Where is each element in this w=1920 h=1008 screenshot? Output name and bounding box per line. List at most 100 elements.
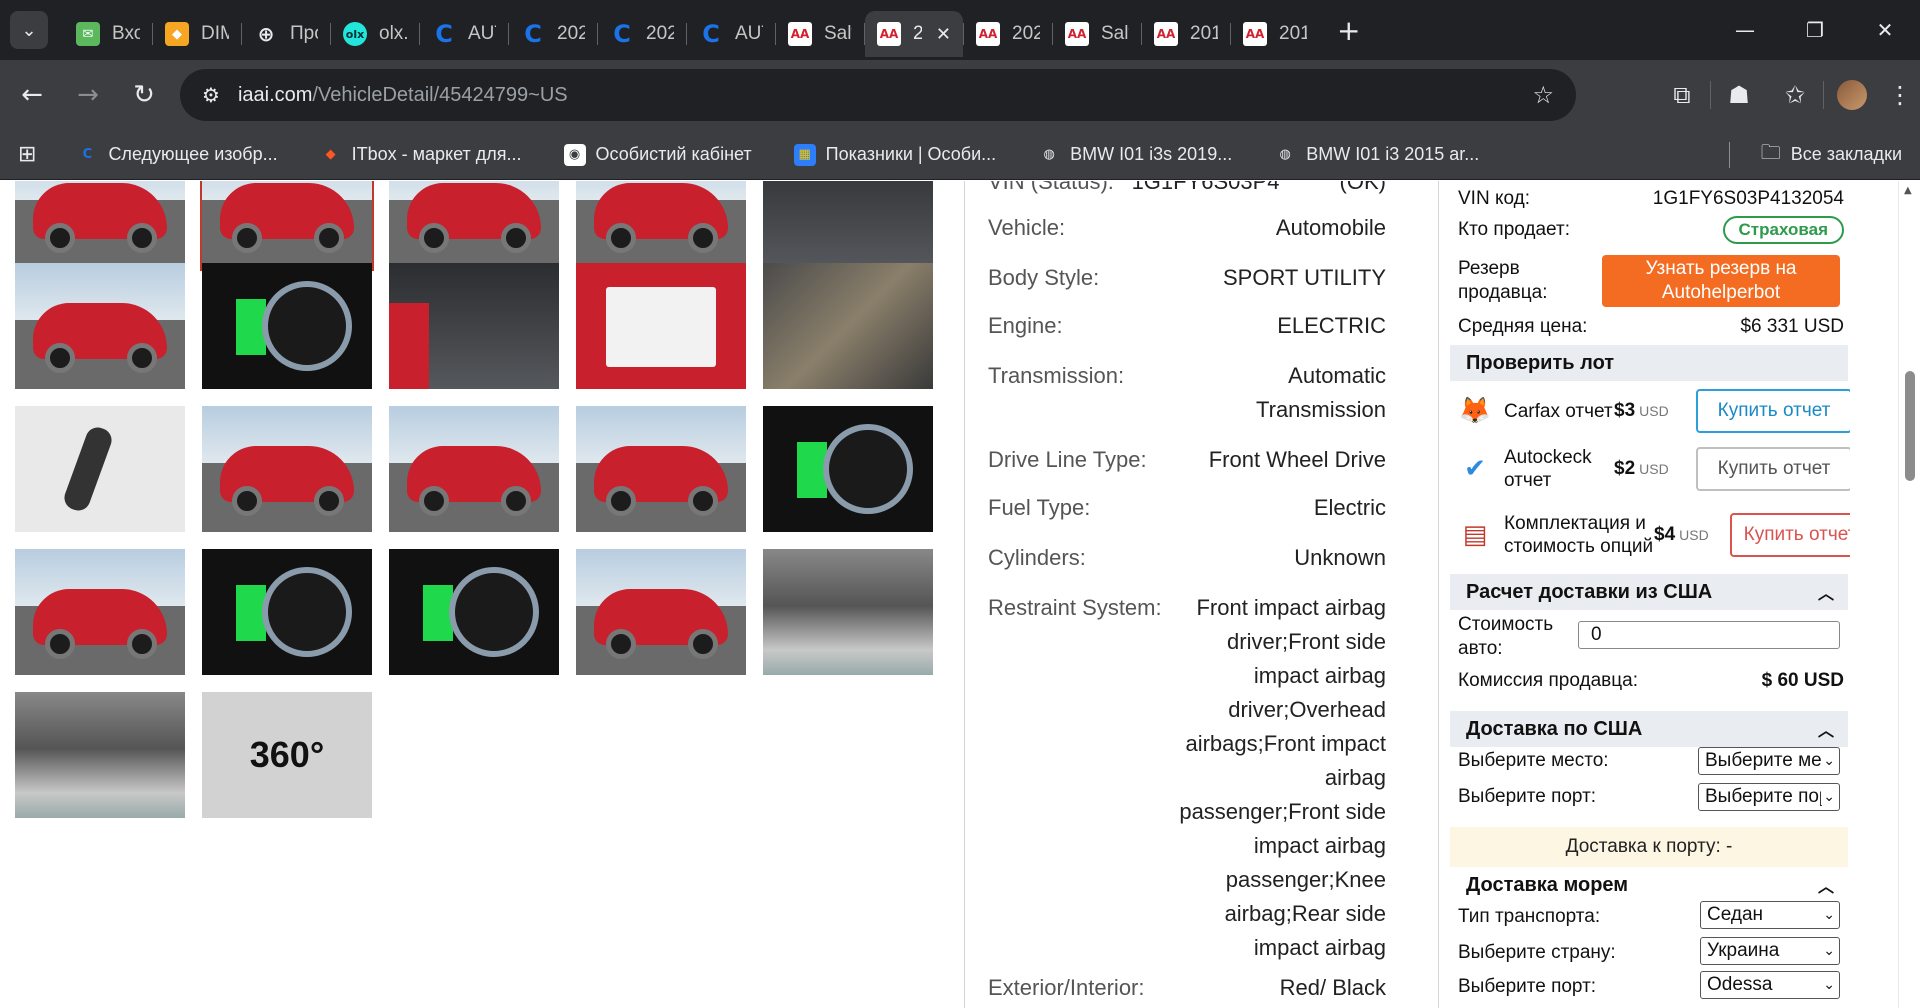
vehicle-photo-thumbnail[interactable] xyxy=(15,549,185,675)
address-bar[interactable]: ⚙ iaai.com/VehicleDetail/45424799~US ☆ xyxy=(180,69,1576,121)
vehicle-photo-thumbnail[interactable] xyxy=(763,406,933,532)
scroll-up-icon[interactable]: ▲ xyxy=(1904,185,1912,196)
spec-value: Automobile xyxy=(1275,215,1386,240)
view-360-button[interactable]: 360° xyxy=(202,692,372,818)
toolbar-actions: ⧉ ☗ ✩ ⋮ xyxy=(1654,60,1920,130)
profile-avatar[interactable] xyxy=(1837,80,1867,110)
tab[interactable]: AA 2023 xyxy=(964,11,1052,57)
bookmark-item[interactable]: ◉ Особистий кабінет xyxy=(563,143,752,166)
copart-c-icon: C xyxy=(524,20,542,48)
tab-search-button[interactable]: ⌄ xyxy=(10,11,48,49)
tab-strip: ⌄ ✉ Вход ◆ DIM. ⊕ Прод olx olx.u C AUTO C 2021 C 2020… xyxy=(0,0,1920,60)
menu-dots-icon[interactable]: ⋮ xyxy=(1880,81,1920,109)
vehicle-photo-thumbnail[interactable] xyxy=(15,692,185,818)
bookmark-item[interactable]: ◆ ITbox - маркет для... xyxy=(320,144,522,166)
minimize-icon[interactable]: — xyxy=(1710,18,1780,42)
tab[interactable]: AA 2018 xyxy=(1231,11,1319,57)
iaai-icon: AA xyxy=(1065,22,1089,46)
vehicle-photo-thumbnail[interactable] xyxy=(576,406,746,532)
incognito-icon[interactable]: ☗ xyxy=(1711,81,1767,109)
bookmark-item[interactable]: ◍ BMW I01 i3 2015 ar... xyxy=(1274,144,1480,166)
vehicle-photo-thumbnail[interactable] xyxy=(15,181,185,269)
apps-grid-icon[interactable]: ⊞ xyxy=(18,142,36,167)
tab[interactable]: AA Salva xyxy=(776,11,864,57)
tab[interactable]: AA 2018 xyxy=(1142,11,1230,57)
forward-icon[interactable]: → xyxy=(64,71,112,119)
transport-select[interactable]: Седан ⌄ xyxy=(1700,901,1840,929)
favorites-icon[interactable]: ✩ xyxy=(1767,81,1823,109)
extensions-icon[interactable]: ⧉ xyxy=(1654,81,1710,109)
place-select[interactable]: Выберите мес ⌄ xyxy=(1698,747,1840,775)
spec-row: Body Style: SPORT UTILITY xyxy=(988,261,1386,295)
bookmark-label: BMW I01 i3 2015 ar... xyxy=(1306,144,1480,164)
chevron-up-icon[interactable]: ︿ xyxy=(1818,580,1834,604)
vehicle-photo-thumbnail[interactable] xyxy=(763,263,933,389)
bookmark-item[interactable]: ▦ Показники | Особи... xyxy=(793,143,996,166)
vehicle-photo-thumbnail[interactable] xyxy=(202,406,372,532)
vehicle-photo-thumbnail[interactable] xyxy=(389,549,559,675)
chevron-down-icon: ⌄ xyxy=(1821,907,1835,923)
vehicle-photo-thumbnail[interactable] xyxy=(763,549,933,675)
tab[interactable]: C AUTO xyxy=(687,11,775,57)
port-select[interactable]: Выберите пор ⌄ xyxy=(1698,783,1840,811)
vehicle-photo-thumbnail[interactable] xyxy=(389,406,559,532)
tab[interactable]: ⊕ Прод xyxy=(242,11,330,57)
bookmark-item[interactable]: ◍ BMW I01 i3s 2019... xyxy=(1038,144,1232,166)
bookmark-star-icon[interactable]: ☆ xyxy=(1532,81,1554,109)
sea-port-select[interactable]: Odessa ⌄ xyxy=(1700,971,1840,999)
tab[interactable]: C AUTO xyxy=(420,11,508,57)
tab-label: 2018 xyxy=(1190,23,1218,44)
url-text[interactable]: iaai.com/VehicleDetail/45424799~US xyxy=(238,84,568,107)
buy-report-button[interactable]: Купить отчет xyxy=(1696,447,1850,491)
page-scrollbar[interactable]: ▲ xyxy=(1898,181,1920,1008)
place-select-value: Выберите мес xyxy=(1705,750,1832,771)
sea-delivery-header[interactable]: Доставка морем ︿ xyxy=(1450,867,1848,903)
scroll-thumb[interactable] xyxy=(1905,371,1915,481)
spec-row: Restraint System: Front impact airbag dri… xyxy=(988,591,1386,965)
chevron-up-icon[interactable]: ︿ xyxy=(1818,717,1834,741)
reload-icon[interactable]: ↻ xyxy=(120,71,168,119)
restore-icon[interactable]: ❐ xyxy=(1780,18,1850,42)
tab[interactable]: C 2020 xyxy=(598,11,686,57)
bookmark-item[interactable]: C Следующее изобр... xyxy=(76,144,278,166)
chevron-up-icon[interactable]: ︿ xyxy=(1818,873,1834,897)
site-info-icon[interactable]: ⚙ xyxy=(202,83,220,107)
tab-active[interactable]: AA 2 ✕ xyxy=(865,11,963,57)
new-tab-button[interactable]: + xyxy=(1337,14,1360,47)
bookmark-separator xyxy=(1729,141,1730,168)
close-window-icon[interactable]: ✕ xyxy=(1850,18,1920,42)
vehicle-photo-thumbnail[interactable] xyxy=(389,181,559,269)
tab[interactable]: C 2021 xyxy=(509,11,597,57)
country-select[interactable]: Украина ⌄ xyxy=(1700,937,1840,965)
chevron-down-icon: ⌄ xyxy=(1821,789,1835,805)
buy-report-button[interactable]: Купить отчет xyxy=(1696,389,1850,433)
spec-label: Cylinders: xyxy=(988,545,1086,570)
spec-value: ELECTRIC xyxy=(1277,313,1386,338)
vehicle-photo-thumbnail[interactable] xyxy=(389,263,559,389)
vehicle-photo-thumbnail[interactable] xyxy=(576,181,746,269)
tab[interactable]: ◆ DIM. xyxy=(153,11,241,57)
tab[interactable]: olx olx.u xyxy=(331,11,419,57)
car-cost-input[interactable]: 0 xyxy=(1578,621,1840,649)
us-delivery-header[interactable]: Доставка по США ︿ xyxy=(1450,711,1848,747)
tab[interactable]: AA Salva xyxy=(1053,11,1141,57)
vehicle-photo-thumbnail[interactable] xyxy=(576,549,746,675)
us-calc-header[interactable]: Расчет доставки из США ︿ xyxy=(1450,574,1848,610)
reserve-button[interactable]: Узнать резерв на Autohelperbot xyxy=(1602,255,1840,307)
buy-report-button[interactable]: Купить отчет xyxy=(1730,513,1850,557)
back-icon[interactable]: ← xyxy=(8,71,56,119)
vehicle-photo-thumbnail[interactable] xyxy=(15,406,185,532)
column-divider xyxy=(964,181,965,1008)
page-content: 360° VIN (Status): 1G1FY6S03P4 (OK) Vehi… xyxy=(0,181,1920,1008)
vehicle-photo-thumbnail[interactable] xyxy=(15,263,185,389)
vehicle-photo-thumbnail[interactable] xyxy=(200,181,374,271)
vehicle-photo-thumbnail[interactable] xyxy=(202,549,372,675)
vehicle-photo-thumbnail[interactable] xyxy=(202,263,372,389)
tab-close-icon[interactable]: ✕ xyxy=(936,24,951,45)
all-bookmarks-button[interactable]: 🗀 Все закладки xyxy=(1761,138,1902,172)
vehicle-photo-thumbnail[interactable] xyxy=(763,181,933,269)
tab[interactable]: ✉ Вход xyxy=(64,11,152,57)
sea-port-select-value: Odessa xyxy=(1707,974,1773,995)
tab-label: AUTO xyxy=(468,23,496,44)
vehicle-photo-thumbnail[interactable] xyxy=(576,263,746,389)
